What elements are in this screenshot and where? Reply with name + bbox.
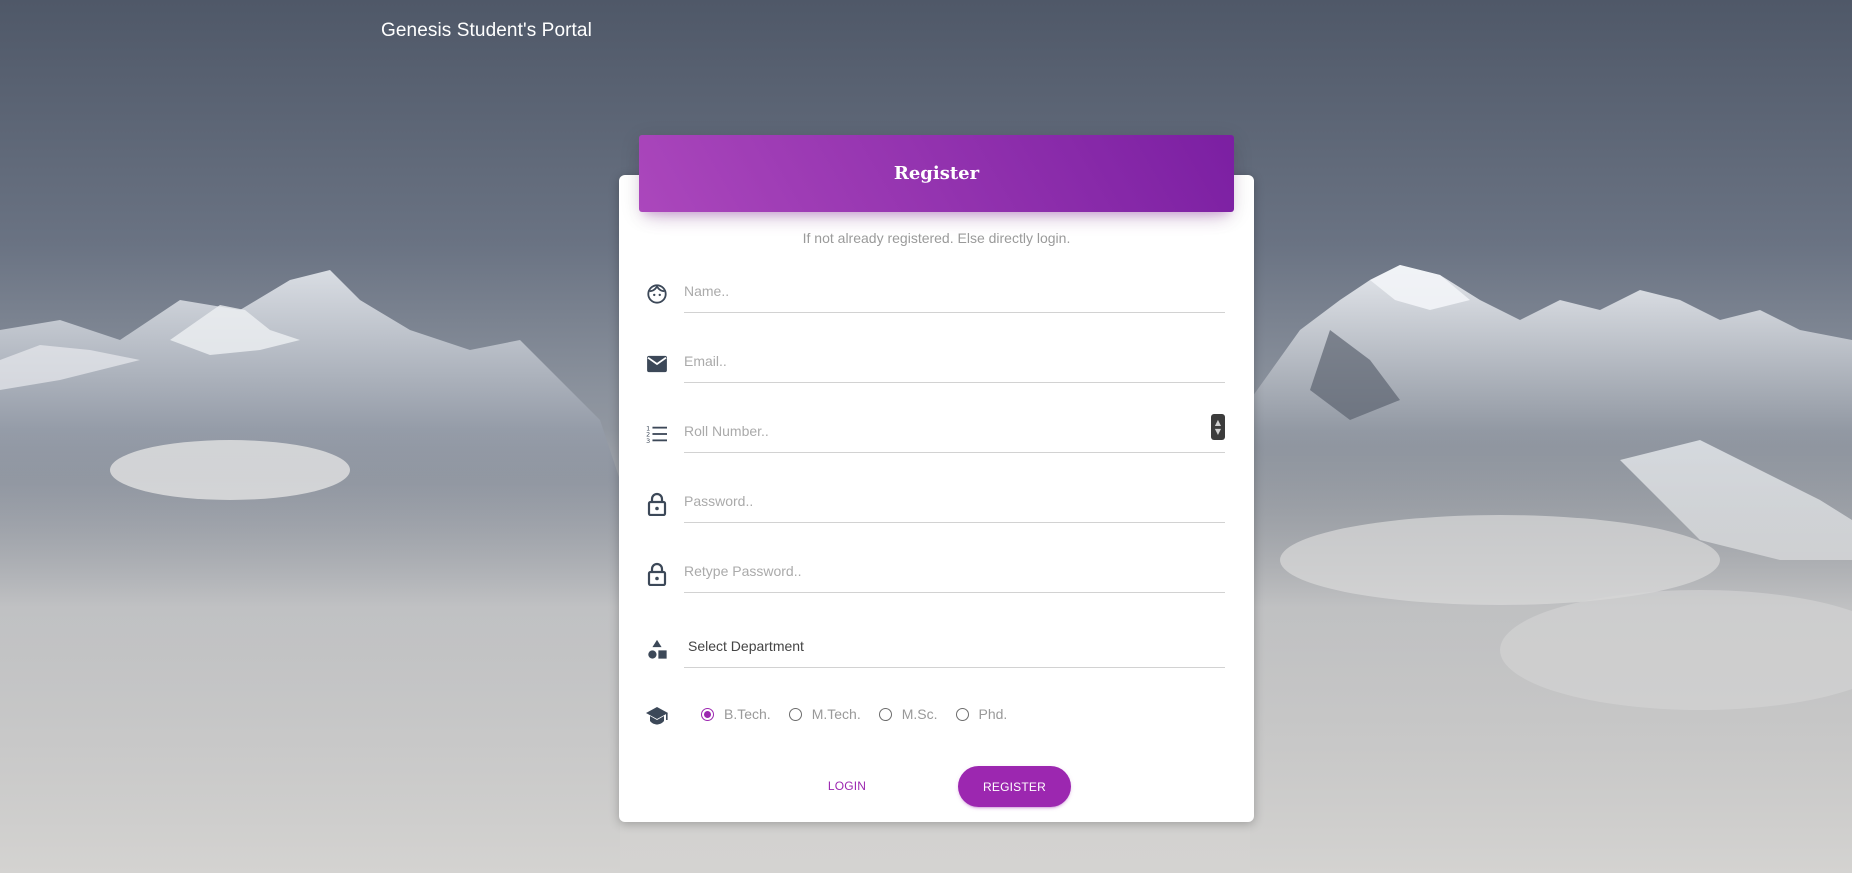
email-row: [643, 342, 1225, 383]
card-subtitle: If not already registered. Else directly…: [802, 230, 1071, 246]
program-row: B.Tech. M.Tech. M.Sc. Phd.: [643, 700, 1225, 732]
name-input[interactable]: [684, 276, 1225, 306]
brand-title[interactable]: Genesis Student's Portal: [381, 20, 592, 42]
program-radio-group: B.Tech. M.Tech. M.Sc. Phd.: [701, 706, 1025, 722]
radio-msc[interactable]: M.Sc.: [878, 706, 938, 722]
school-icon: [643, 702, 671, 730]
card-header: Register: [639, 135, 1234, 212]
email-input[interactable]: [684, 346, 1225, 376]
roll-number-row: 123 ▲ ▼: [643, 412, 1225, 453]
radio-phd[interactable]: Phd.: [955, 706, 1008, 722]
password-field: [684, 482, 1225, 523]
roll-number-input[interactable]: [684, 416, 1225, 446]
register-button[interactable]: REGISTER: [958, 766, 1071, 807]
radio-btech[interactable]: B.Tech.: [701, 706, 771, 722]
category-icon: [643, 635, 671, 663]
card-title: Register: [893, 163, 980, 184]
number-spinner[interactable]: ▲ ▼: [1211, 414, 1225, 440]
name-field: [684, 272, 1225, 313]
radio-label[interactable]: M.Sc.: [902, 706, 938, 722]
password-input[interactable]: [684, 486, 1225, 516]
radio-circle[interactable]: [878, 707, 892, 721]
radio-label[interactable]: M.Tech.: [812, 706, 861, 722]
lock-icon: [643, 560, 671, 588]
lock-icon: [643, 490, 671, 518]
department-selected-value[interactable]: Select Department: [688, 638, 804, 654]
retype-password-field: [684, 552, 1225, 593]
radio-circle[interactable]: [788, 707, 802, 721]
department-row: Select Department: [643, 627, 1225, 668]
radio-mtech[interactable]: M.Tech.: [788, 706, 861, 722]
login-button[interactable]: LOGIN: [810, 770, 884, 802]
radio-circle[interactable]: [955, 707, 969, 721]
radio-label[interactable]: Phd.: [979, 706, 1008, 722]
roll-number-field: ▲ ▼: [684, 412, 1225, 453]
email-icon: [643, 350, 671, 378]
department-select[interactable]: Select Department: [684, 627, 1225, 668]
spinner-down-icon[interactable]: ▼: [1215, 427, 1221, 436]
name-row: [643, 272, 1225, 313]
spinner-up-icon[interactable]: ▲: [1215, 418, 1221, 427]
radio-circle[interactable]: [701, 707, 714, 721]
retype-password-input[interactable]: [684, 556, 1225, 586]
password-row: [643, 482, 1225, 523]
radio-label[interactable]: B.Tech.: [724, 706, 771, 722]
retype-password-row: [643, 552, 1225, 593]
face-icon: [643, 280, 671, 308]
list-numbered-icon: 123: [643, 420, 671, 448]
svg-text:3: 3: [646, 438, 650, 444]
email-field: [684, 342, 1225, 383]
